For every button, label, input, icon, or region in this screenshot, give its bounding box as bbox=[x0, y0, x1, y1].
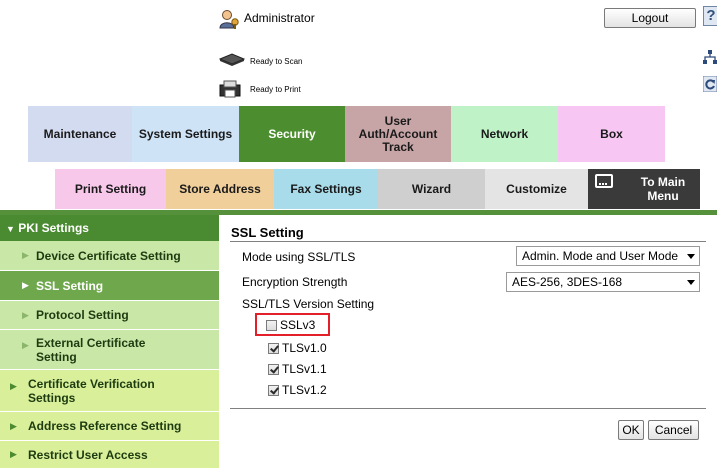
expanded-triangle-icon: ▼ bbox=[6, 224, 15, 234]
mode-label: Mode using SSL/TLS bbox=[242, 250, 356, 264]
arrow-icon: ▶ bbox=[22, 309, 29, 320]
tab-security[interactable]: Security bbox=[239, 106, 345, 162]
arrow-icon: ▶ bbox=[10, 449, 17, 459]
tab-network[interactable]: Network bbox=[451, 106, 558, 162]
sidebar-item-certificate-verification-settings[interactable]: ▶ Certificate Verification Settings bbox=[0, 370, 219, 412]
sidebar-item-external-certificate-setting[interactable]: ▶ External Certificate Setting bbox=[0, 330, 219, 370]
chevron-down-icon bbox=[687, 280, 695, 285]
mode-select[interactable]: Admin. Mode and User Mode bbox=[516, 246, 700, 266]
mode-select-value: Admin. Mode and User Mode bbox=[522, 249, 679, 263]
sidebar-header-label: PKI Settings bbox=[18, 221, 89, 235]
sidebar-item-label: External Certificate Setting bbox=[36, 335, 146, 364]
title-divider bbox=[230, 241, 706, 242]
version-setting-label: SSL/TLS Version Setting bbox=[242, 297, 375, 311]
bottom-divider bbox=[230, 408, 706, 409]
to-main-menu-label: To Main Menu bbox=[640, 175, 686, 203]
sidebar-item-protocol-setting[interactable]: ▶ Protocol Setting bbox=[0, 301, 219, 330]
scanner-icon bbox=[219, 53, 245, 66]
sidebar-item-label: Protocol Setting bbox=[36, 308, 129, 322]
sidebar-item-label: Device Certificate Setting bbox=[36, 248, 181, 263]
logout-button[interactable]: Logout bbox=[604, 8, 696, 28]
printer-icon bbox=[219, 80, 241, 98]
sidebar-item-restrict-user-access[interactable]: ▶ Restrict User Access bbox=[0, 441, 219, 469]
tab-fax-settings[interactable]: Fax Settings bbox=[274, 169, 378, 209]
tlsv1-1-checkbox[interactable] bbox=[268, 363, 279, 375]
refresh-icon[interactable] bbox=[703, 76, 717, 92]
highlight-box bbox=[255, 313, 330, 336]
scanner-status: Ready to Scan bbox=[250, 57, 303, 66]
tab-store-address[interactable]: Store Address bbox=[166, 169, 274, 209]
help-icon[interactable]: ? bbox=[703, 6, 717, 26]
arrow-icon: ▶ bbox=[22, 280, 29, 290]
to-main-menu-button[interactable]: To Main Menu bbox=[588, 169, 700, 209]
tab-user-auth-account-track[interactable]: User Auth/Account Track bbox=[345, 106, 451, 162]
administrator-icon bbox=[219, 10, 239, 29]
ok-button[interactable]: OK bbox=[618, 420, 644, 440]
sidebar-item-label: Certificate Verification Settings bbox=[28, 376, 155, 405]
chevron-down-icon bbox=[687, 254, 695, 259]
tlsv1-1-label: TLSv1.1 bbox=[282, 362, 327, 376]
tlsv1-2-checkbox[interactable] bbox=[268, 384, 279, 396]
tab-wizard[interactable]: Wizard bbox=[378, 169, 485, 209]
tab-box[interactable]: Box bbox=[558, 106, 665, 162]
encryption-strength-select[interactable]: AES-256, 3DES-168 bbox=[506, 272, 700, 292]
tab-print-setting[interactable]: Print Setting bbox=[55, 169, 166, 209]
tlsv1-2-label: TLSv1.2 bbox=[282, 383, 327, 397]
user-name-label: Administrator bbox=[244, 11, 315, 25]
sidebar-header-pki-settings[interactable]: ▼ PKI Settings bbox=[0, 215, 219, 241]
tlsv1-0-checkbox-row[interactable]: TLSv1.0 bbox=[268, 341, 327, 355]
encryption-strength-value: AES-256, 3DES-168 bbox=[512, 275, 623, 289]
arrow-icon: ▶ bbox=[22, 250, 29, 260]
encryption-strength-label: Encryption Strength bbox=[242, 275, 348, 289]
sidebar-item-device-certificate-setting[interactable]: ▶ Device Certificate Setting bbox=[0, 241, 219, 271]
main-menu-icon bbox=[595, 174, 613, 188]
tlsv1-1-checkbox-row[interactable]: TLSv1.1 bbox=[268, 362, 327, 376]
arrow-icon: ▶ bbox=[22, 340, 29, 350]
printer-status: Ready to Print bbox=[250, 85, 301, 94]
sidebar-item-label: Address Reference Setting bbox=[28, 419, 182, 433]
sitemap-icon[interactable] bbox=[703, 50, 717, 64]
cancel-button[interactable]: Cancel bbox=[648, 420, 699, 440]
sidebar-item-ssl-setting[interactable]: ▶ SSL Setting bbox=[0, 271, 219, 301]
tab-maintenance[interactable]: Maintenance bbox=[28, 106, 132, 162]
sidebar-item-label: Restrict User Access bbox=[28, 447, 148, 462]
page-title: SSL Setting bbox=[231, 225, 304, 240]
arrow-icon: ▶ bbox=[10, 420, 17, 431]
tlsv1-0-checkbox[interactable] bbox=[268, 342, 279, 354]
arrow-icon: ▶ bbox=[10, 381, 17, 391]
tab-customize[interactable]: Customize bbox=[485, 169, 588, 209]
tlsv1-0-label: TLSv1.0 bbox=[282, 341, 327, 355]
tab-system-settings[interactable]: System Settings bbox=[132, 106, 239, 162]
sidebar-item-address-reference-setting[interactable]: ▶ Address Reference Setting bbox=[0, 412, 219, 441]
sidebar-item-label: SSL Setting bbox=[36, 278, 104, 293]
tlsv1-2-checkbox-row[interactable]: TLSv1.2 bbox=[268, 383, 327, 397]
